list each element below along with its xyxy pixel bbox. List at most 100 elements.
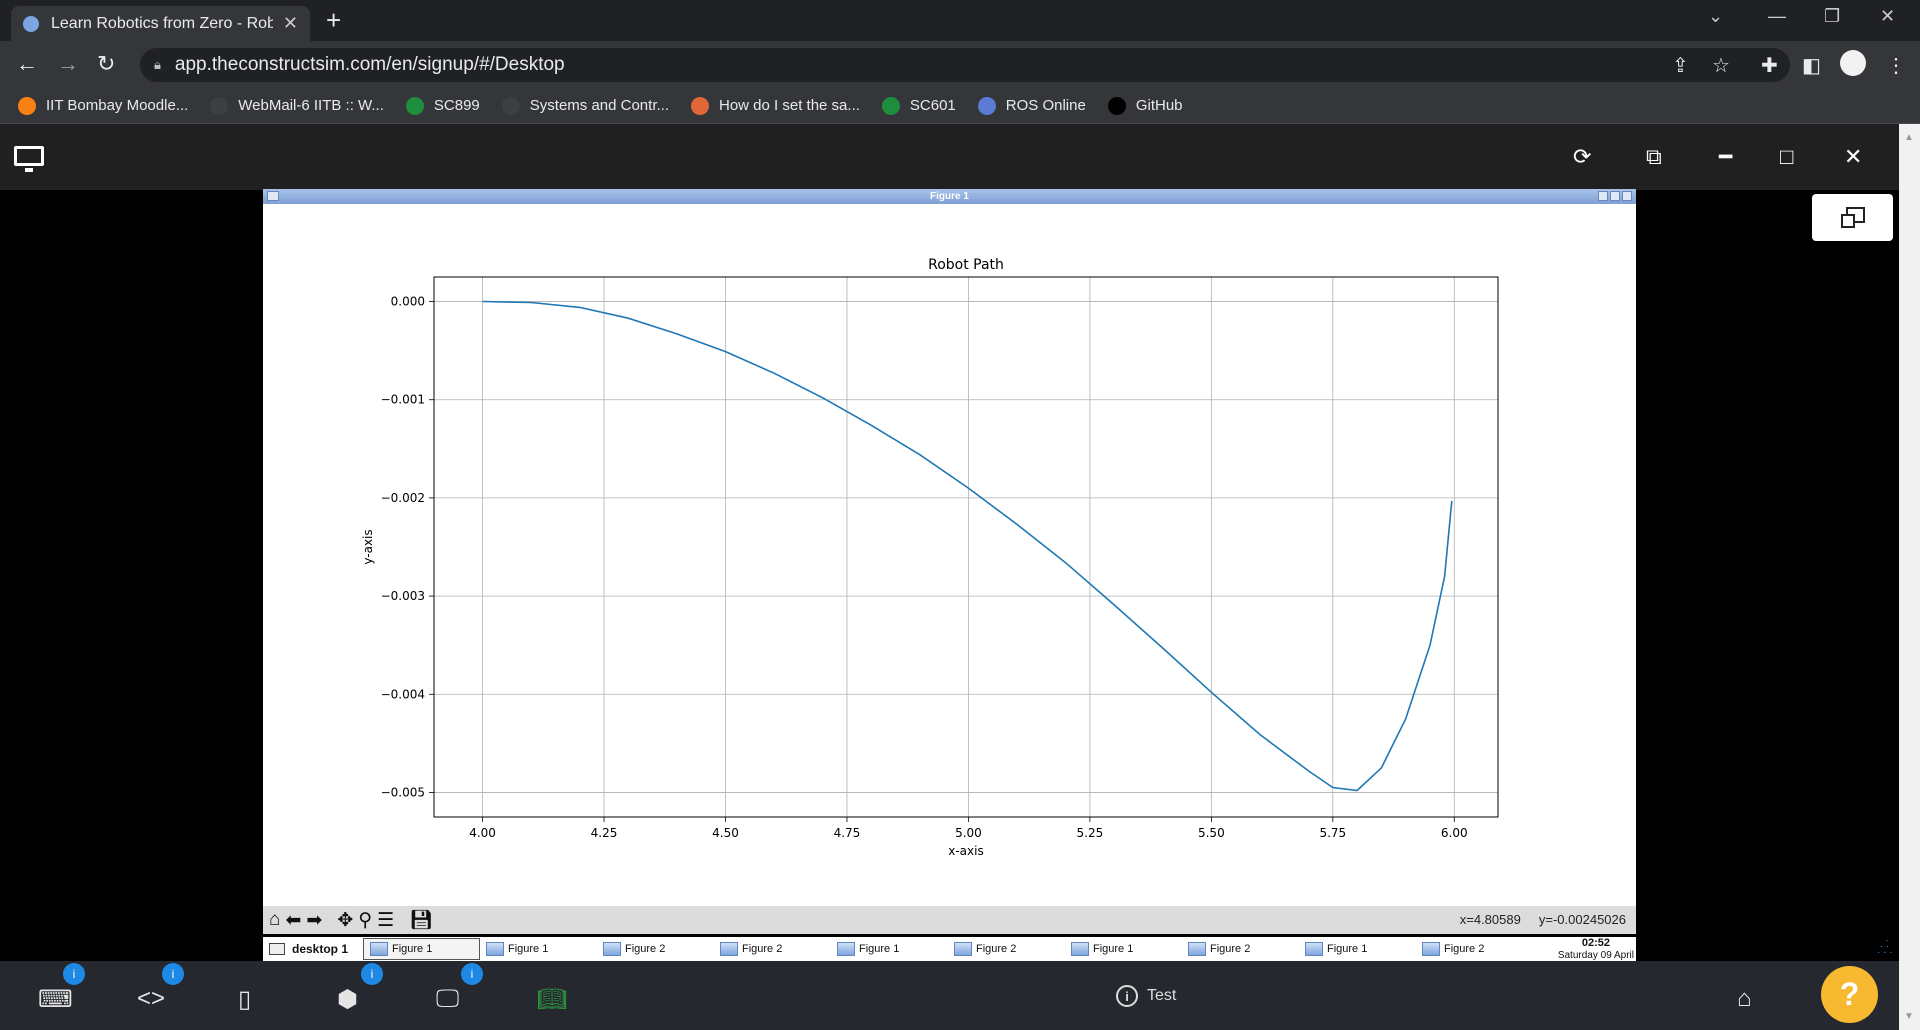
- bookmark-item[interactable]: WebMail-6 IITB :: W...: [210, 96, 384, 115]
- bookmark-label: IIT Bombay Moodle...: [46, 97, 189, 114]
- desktop-icon[interactable]: 🖵︎: [436, 985, 459, 1013]
- taskbar-window-button[interactable]: Figure 1: [1299, 938, 1416, 960]
- browser-tab[interactable]: Learn Robotics from Zero - Robo ✕: [11, 6, 310, 41]
- home-icon[interactable]: ⌂: [269, 909, 280, 931]
- x-tick-label: 4.00: [469, 826, 496, 840]
- test-label: Test: [1147, 987, 1177, 1004]
- bookmark-label: GitHub: [1135, 97, 1183, 114]
- scroll-up-icon[interactable]: ▲: [1904, 132, 1914, 143]
- course-book-icon[interactable]: 📖︎: [537, 985, 567, 1014]
- github-icon: [1107, 96, 1126, 115]
- forward-arrow-icon[interactable]: ➡: [306, 909, 322, 932]
- window-icon: [954, 942, 972, 956]
- share-icon[interactable]: ⇪: [1672, 53, 1689, 78]
- window-controls: [1598, 191, 1632, 201]
- window-maximize-icon[interactable]: [1610, 191, 1620, 201]
- bookmark-star-icon[interactable]: ☆: [1712, 53, 1730, 78]
- robot-path-chart: 4.00 4.25 4.50 4.75 5.00 5.25 5.50 5.75 6.00 0.00…: [361, 257, 1499, 858]
- figure-window-title: Figure 1: [930, 191, 969, 202]
- window-close-icon[interactable]: [1622, 191, 1632, 201]
- bookmarks-bar: IIT Bombay Moodle... WebMail-6 IITB :: W.…: [0, 88, 1920, 124]
- gazebo-cube-icon[interactable]: ⬢: [337, 985, 358, 1014]
- taskbar-window-button[interactable]: Figure 1: [363, 938, 480, 960]
- maximize-icon[interactable]: □: [1780, 144, 1793, 170]
- bookmark-item[interactable]: SC601: [881, 96, 956, 115]
- help-button[interactable]: ?: [1821, 966, 1878, 1023]
- taskbar-window-button[interactable]: Figure 1: [480, 938, 597, 960]
- save-icon[interactable]: 💾︎: [409, 908, 433, 932]
- resize-windows-icon[interactable]: ⧉: [1646, 144, 1662, 170]
- forward-arrow-icon[interactable]: →: [57, 51, 79, 77]
- x-tick-label: 5.00: [955, 826, 982, 840]
- close-icon[interactable]: ✕: [1844, 144, 1862, 170]
- taskbar-window-button[interactable]: Figure 2: [714, 938, 831, 960]
- new-tab-button[interactable]: +: [326, 6, 341, 34]
- terminal-icon[interactable]: ⌨: [38, 985, 73, 1014]
- figure-titlebar[interactable]: Figure 1: [263, 189, 1636, 204]
- desktop-icon: [269, 943, 285, 955]
- site-favicon-icon: [23, 15, 39, 32]
- bookmark-item[interactable]: Systems and Contr...: [501, 96, 669, 115]
- lock-icon[interactable]: 🔒︎: [154, 57, 161, 73]
- bookmark-item[interactable]: How do I set the sa...: [691, 96, 860, 115]
- bookmark-label: How do I set the sa...: [719, 97, 860, 114]
- reload-icon[interactable]: ↻: [97, 51, 115, 77]
- window-label: Figure 2: [742, 943, 783, 955]
- desktop-switcher[interactable]: desktop 1: [263, 942, 363, 956]
- bookmark-label: SC601: [909, 97, 956, 114]
- classroom-icon: [881, 96, 900, 115]
- scroll-down-icon[interactable]: ▼: [1904, 1011, 1914, 1022]
- menu-kebab-icon[interactable]: ⋮: [1886, 53, 1906, 78]
- desktop-monitor-icon: [14, 146, 44, 172]
- minimize-icon[interactable]: ━: [1719, 144, 1732, 170]
- detach-window-button[interactable]: [1812, 194, 1893, 241]
- back-arrow-icon[interactable]: ←: [16, 51, 38, 77]
- home-icon[interactable]: ⌂: [1737, 985, 1752, 1013]
- refresh-icon[interactable]: ⟳: [1573, 144, 1591, 170]
- close-window-button[interactable]: ✕: [1880, 6, 1895, 27]
- back-arrow-icon[interactable]: ⬅: [285, 909, 301, 932]
- code-editor-icon[interactable]: <>: [137, 985, 165, 1013]
- bookmark-item[interactable]: GitHub: [1107, 96, 1183, 115]
- y-tick-label: −0.003: [381, 589, 425, 603]
- notebook-icon[interactable]: ▯: [238, 985, 251, 1014]
- test-button[interactable]: i Test: [1116, 985, 1176, 1007]
- resize-grip-icon[interactable]: · · · · · ·: [1877, 936, 1893, 958]
- minimize-window-button[interactable]: —: [1768, 6, 1786, 27]
- side-panel-icon[interactable]: ◧: [1802, 53, 1821, 78]
- window-icon: [720, 942, 738, 956]
- bookmark-item[interactable]: IIT Bombay Moodle...: [18, 96, 189, 115]
- page-scrollbar[interactable]: ▲ ▼: [1899, 124, 1920, 1030]
- profile-avatar[interactable]: [1840, 50, 1866, 76]
- taskbar-window-button[interactable]: Figure 1: [1065, 938, 1182, 960]
- taskbar-window-button[interactable]: Figure 2: [948, 938, 1065, 960]
- tab-title: Learn Robotics from Zero - Robo: [51, 14, 273, 32]
- clock-date: Saturday 09 April: [1557, 950, 1634, 961]
- configure-subplots-icon[interactable]: ☰: [377, 909, 394, 932]
- browser-toolbar: ← → ↻ 🔒︎ app.theconstructsim.com/en/sign…: [0, 41, 1920, 88]
- pan-icon[interactable]: ✥: [337, 909, 353, 932]
- window-icon: [837, 942, 855, 956]
- window-label: Figure 1: [392, 943, 433, 955]
- desktop-label: desktop 1: [292, 942, 349, 956]
- address-bar[interactable]: 🔒︎ app.theconstructsim.com/en/signup/#/D…: [140, 48, 1790, 82]
- bookmark-item[interactable]: ROS Online: [977, 96, 1086, 115]
- window-menu-icon[interactable]: [267, 191, 279, 201]
- window-minimize-icon[interactable]: [1598, 191, 1608, 201]
- close-tab-icon[interactable]: ✕: [283, 13, 298, 34]
- taskbar-window-button[interactable]: Figure 2: [1182, 938, 1299, 960]
- remote-desktop-header: ⟳ ⧉ ━ □ ✕: [0, 124, 1899, 190]
- taskbar-window-button[interactable]: Figure 2: [597, 938, 714, 960]
- tab-search-icon[interactable]: ⌄: [1708, 6, 1723, 27]
- matplotlib-toolbar: ⌂ ⬅ ➡ ✥ ⚲ ☰ 💾︎ x=4.80589 y=-0.00245026: [263, 906, 1636, 934]
- bookmark-item[interactable]: SC899: [405, 96, 480, 115]
- window-icon: [1071, 942, 1089, 956]
- taskbar-window-button[interactable]: Figure 1: [831, 938, 948, 960]
- extensions-puzzle-icon[interactable]: ✚: [1761, 53, 1778, 78]
- taskbar-window-button[interactable]: Figure 2: [1416, 938, 1533, 960]
- window-label: Figure 1: [1093, 943, 1134, 955]
- x-tick-label: 6.00: [1441, 826, 1468, 840]
- zoom-icon[interactable]: ⚲: [358, 909, 372, 932]
- y-tick-label: 0.000: [391, 295, 425, 309]
- restore-window-button[interactable]: ❐: [1824, 6, 1840, 27]
